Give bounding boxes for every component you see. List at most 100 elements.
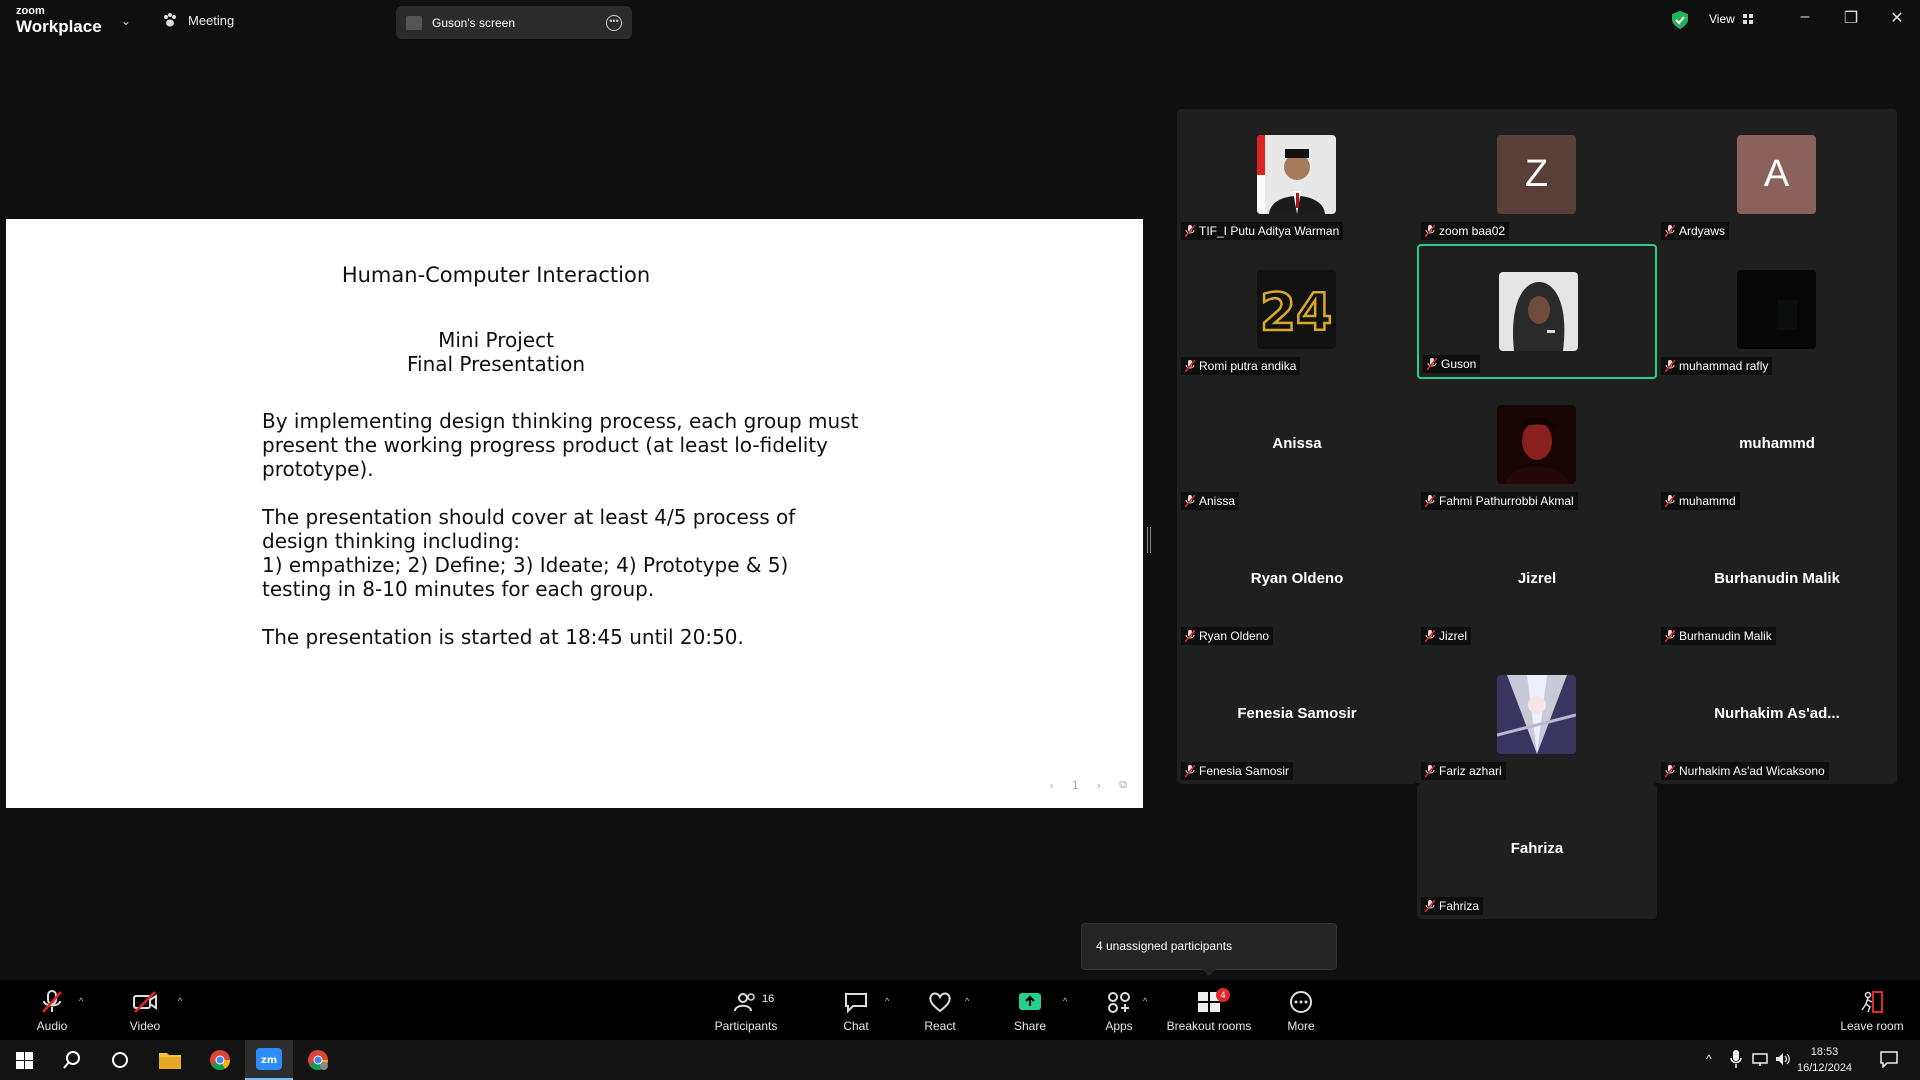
participant-tile[interactable]: Fahmi Pathurrobbi Akmal — [1417, 379, 1657, 514]
windows-start-icon[interactable] — [0, 1040, 48, 1080]
participant-name-label: Ardyaws — [1661, 222, 1730, 240]
chevron-up-icon[interactable]: ^ — [1706, 1052, 1712, 1066]
view-button[interactable]: View — [1709, 12, 1754, 26]
apps-label: Apps — [1105, 1019, 1133, 1033]
participant-tile[interactable]: Zzoom baa02 — [1417, 109, 1657, 244]
unassigned-tooltip: 4 unassigned participants — [1081, 923, 1337, 976]
minimize-icon[interactable]: – — [1790, 8, 1820, 26]
more-options-icon[interactable]: ••• — [606, 14, 622, 31]
leave-room-button[interactable]: Leave room — [1836, 980, 1908, 1040]
slide-nav: ‹ 1 › ⧉ — [1049, 778, 1127, 792]
participant-display-name: Fenesia Samosir — [1237, 705, 1357, 722]
participant-display-name: Fahriza — [1510, 840, 1564, 857]
breakout-rooms-button[interactable]: Breakout rooms 4 — [1164, 980, 1254, 1040]
network-icon[interactable] — [1752, 1052, 1770, 1071]
avatar-initial: A — [1763, 153, 1790, 195]
heart-icon — [929, 992, 951, 1013]
breakout-badge: 4 — [1216, 988, 1230, 1002]
chrome-icon[interactable] — [196, 1040, 244, 1080]
next-slide-icon[interactable]: › — [1097, 779, 1101, 792]
chrome-profile-icon[interactable] — [294, 1040, 342, 1080]
participant-tile[interactable]: Burhanudin Malik Burhanudin Malik — [1657, 514, 1897, 649]
leave-room-icon — [1861, 991, 1883, 1013]
mic-muted-icon — [1425, 630, 1435, 642]
view-label: View — [1709, 12, 1735, 26]
logo-bottom: Workplace — [16, 17, 102, 36]
screen-thumbnail-icon — [406, 15, 422, 30]
participant-display-name: Ryan Oldeno — [1250, 570, 1344, 587]
participant-avatar: 24 — [1257, 270, 1336, 349]
participant-tile[interactable]: Guson — [1417, 244, 1657, 379]
file-explorer-icon[interactable] — [146, 1040, 194, 1080]
participant-tile[interactable]: muhammad rafly — [1657, 244, 1897, 379]
participant-tile[interactable]: muhammd muhammd — [1657, 379, 1897, 514]
participant-name: Nurhakim As'ad Wicaksono — [1679, 764, 1825, 778]
participant-tile[interactable]: Anissa Anissa — [1177, 379, 1417, 514]
share-label: Share — [1013, 1019, 1047, 1033]
participant-name-label: zoom baa02 — [1421, 222, 1510, 240]
participants-button[interactable]: Participants — [713, 980, 779, 1040]
logo-top: zoom — [16, 5, 45, 17]
chat-button[interactable]: Chat — [836, 980, 876, 1040]
apps-button[interactable]: Apps — [1099, 980, 1139, 1040]
slide-paragraph-1: By implementing design thinking process,… — [262, 409, 859, 481]
svg-text:zm: zm — [261, 1055, 277, 1066]
search-icon[interactable] — [48, 1040, 96, 1080]
participant-tile[interactable]: 24 Romi putra andika — [1177, 244, 1417, 379]
microphone-icon[interactable] — [1730, 1050, 1742, 1073]
chevron-down-icon[interactable]: ⌄ — [121, 14, 131, 28]
notification-icon[interactable] — [1880, 1050, 1898, 1073]
shield-check-icon[interactable] — [1672, 11, 1688, 29]
slide-paragraph-2-line2: 1) empathize; 2) Define; 3) Ideate; 4) P… — [262, 553, 789, 601]
audio-options-caret[interactable]: ^ — [79, 996, 83, 1006]
mic-muted-icon — [1185, 495, 1195, 507]
participant-tile[interactable]: Jizrel Jizrel — [1417, 514, 1657, 649]
clock-time: 18:53 — [1810, 1046, 1839, 1058]
participant-tile[interactable]: A Ardyaws — [1657, 109, 1897, 244]
apps-options-caret[interactable]: ^ — [1143, 996, 1147, 1006]
close-icon[interactable]: ✕ — [1882, 8, 1912, 28]
video-button[interactable]: Video — [125, 980, 165, 1040]
slide-title: Human-Computer Interaction — [341, 263, 651, 287]
video-options-caret[interactable]: ^ — [178, 996, 182, 1006]
panel-resize-handle[interactable] — [1147, 527, 1151, 553]
restore-icon[interactable]: ❐ — [1836, 8, 1866, 28]
audio-button[interactable]: Audio — [32, 980, 72, 1040]
cortana-icon[interactable] — [96, 1040, 144, 1080]
participant-name: Fariz azhari — [1439, 764, 1502, 778]
share-button[interactable]: Share — [1010, 980, 1050, 1040]
participant-tile[interactable]: Fariz azhari — [1417, 649, 1657, 784]
participant-name: Fahmi Pathurrobbi Akmal — [1439, 494, 1574, 508]
title-bar: zoom Workplace ⌄ Meeting Guson's screen … — [0, 0, 1920, 44]
more-icon — [1290, 991, 1312, 1013]
leave-room-label: Leave room — [1840, 1019, 1904, 1033]
participant-name: Guson — [1441, 357, 1477, 371]
system-clock[interactable]: 18:53 16/12/2024 — [1797, 1044, 1852, 1076]
audio-label: Audio — [36, 1019, 68, 1033]
zoom-taskbar-icon[interactable]: zm — [245, 1040, 293, 1080]
screen-share-indicator[interactable]: Guson's screen ••• — [396, 6, 632, 39]
mic-muted-icon — [1185, 765, 1195, 777]
prev-slide-icon[interactable]: ‹ — [1049, 779, 1053, 792]
participant-tile[interactable]: Nurhakim As'ad... Nurhakim As'ad Wicakson… — [1657, 649, 1897, 784]
video-off-icon — [133, 991, 157, 1013]
participant-avatar — [1737, 270, 1816, 349]
fullscreen-icon[interactable]: ⧉ — [1119, 778, 1127, 792]
react-button[interactable]: React — [920, 980, 960, 1040]
breakout-rooms-label: Breakout rooms — [1166, 1019, 1252, 1033]
participant-tile[interactable]: Ryan Oldeno Ryan Oldeno — [1177, 514, 1417, 649]
participant-tile[interactable]: Fenesia Samosir Fenesia Samosir — [1177, 649, 1417, 784]
share-options-caret[interactable]: ^ — [1063, 996, 1067, 1006]
meeting-button[interactable]: Meeting — [162, 12, 234, 28]
participant-tile[interactable]: Fahriza Fahriza — [1417, 784, 1657, 919]
more-button[interactable]: More — [1281, 980, 1321, 1040]
clock-date: 16/12/2024 — [1797, 1062, 1853, 1074]
screen-share-label: Guson's screen — [432, 15, 515, 30]
zoom-workplace-logo: zoom Workplace — [16, 5, 102, 36]
participant-tile[interactable]: TIF_I Putu Aditya Warman — [1177, 109, 1417, 244]
react-options-caret[interactable]: ^ — [965, 996, 969, 1006]
mic-muted-icon — [1185, 360, 1195, 372]
volume-icon[interactable] — [1775, 1052, 1791, 1071]
participants-icon — [734, 993, 755, 1012]
chat-options-caret[interactable]: ^ — [885, 996, 889, 1006]
